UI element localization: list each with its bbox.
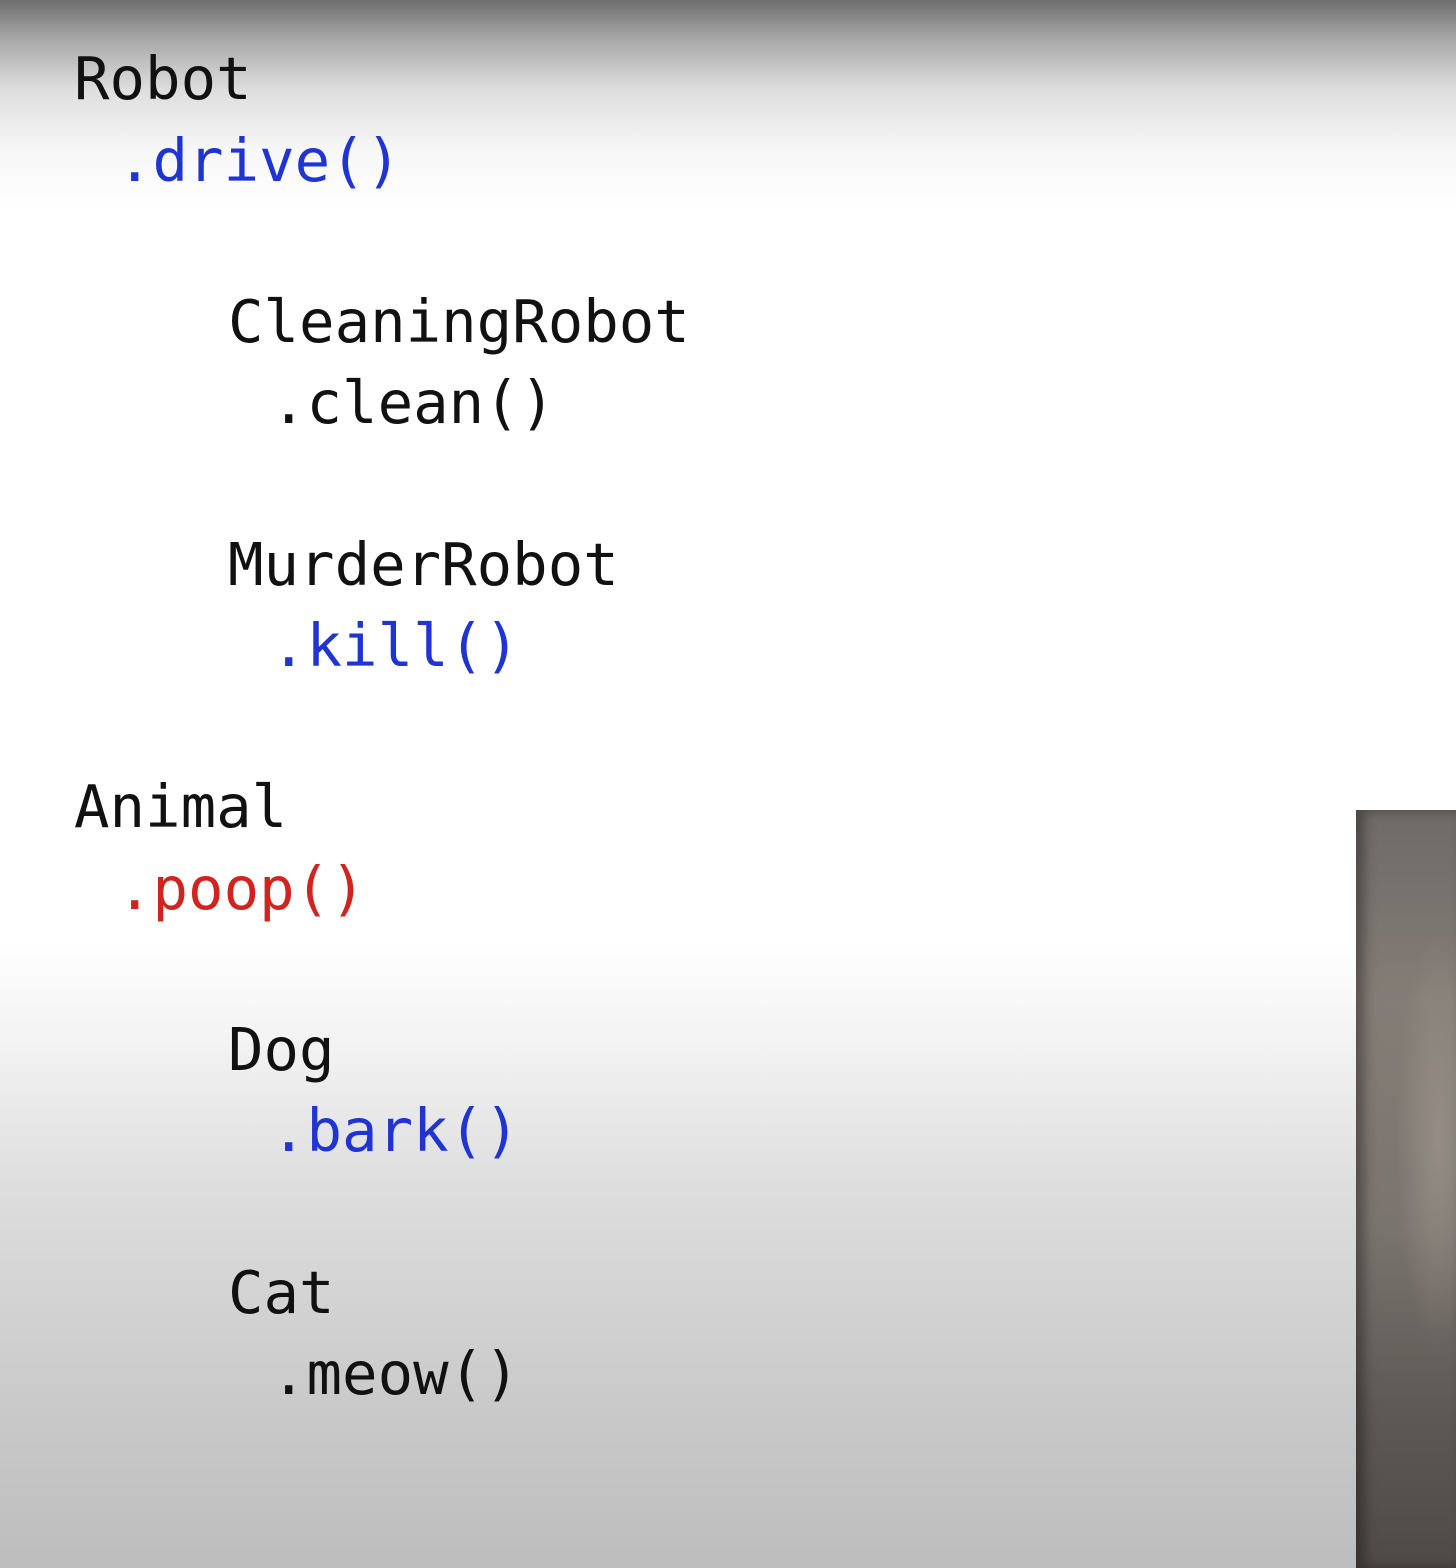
method-poop: .poop() (117, 854, 366, 923)
class-animal: Animal (74, 772, 288, 841)
slide-title-cut-off (0, 0, 700, 8)
class-dog: Dog (228, 1015, 335, 1084)
class-robot: Robot (74, 44, 252, 113)
class-cat: Cat (228, 1258, 335, 1327)
class-cleaning-robot: CleaningRobot (228, 287, 690, 356)
method-bark: .bark() (271, 1096, 520, 1165)
method-kill: .kill() (271, 611, 520, 680)
method-drive: .drive() (117, 126, 402, 195)
class-murder-robot: MurderRobot (228, 530, 619, 599)
presenter-video-edge (1356, 810, 1456, 1568)
method-clean: .clean() (271, 368, 556, 437)
method-meow: .meow() (271, 1339, 520, 1408)
video-highlight (1396, 930, 1456, 1350)
